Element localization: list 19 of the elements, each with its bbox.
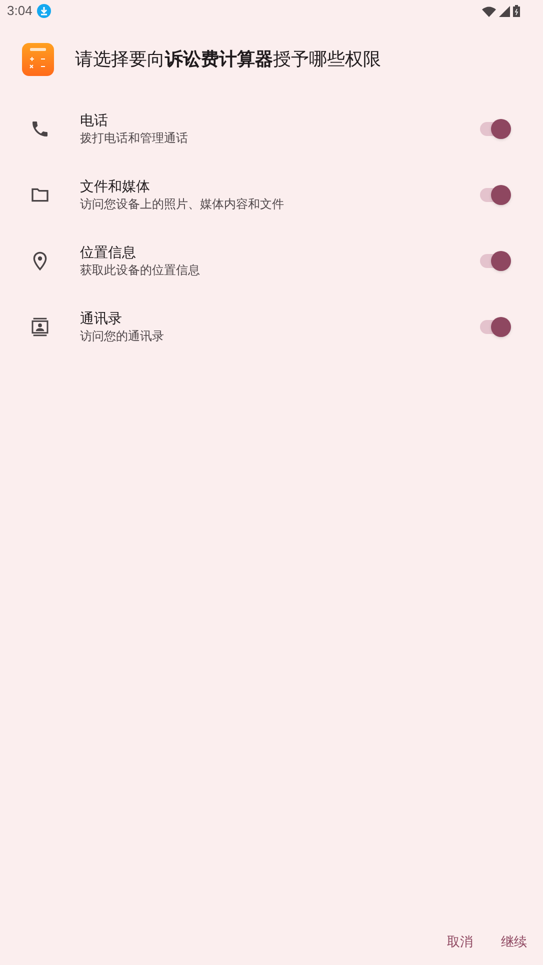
calculator-app-icon — [22, 43, 54, 76]
status-time: 3:04 — [7, 2, 32, 20]
phone-icon — [30, 119, 50, 139]
cancel-button[interactable]: 取消 — [443, 928, 477, 955]
continue-button[interactable]: 继续 — [497, 928, 531, 955]
signal-icon — [499, 6, 510, 16]
battery-icon — [513, 5, 520, 17]
permission-name: 电话 — [80, 111, 109, 130]
dialog-title: 请选择要向诉讼费计算器授予哪些权限 — [75, 48, 381, 71]
permission-name: 通讯录 — [80, 309, 123, 328]
permission-description: 访问您的通讯录 — [80, 328, 165, 345]
contacts-icon — [30, 317, 50, 337]
download-icon — [37, 4, 52, 18]
permission-description: 访问您设备上的照片、媒体内容和文件 — [80, 196, 285, 213]
wifi-icon — [482, 6, 496, 16]
permission-name: 位置信息 — [80, 243, 137, 262]
permission-description: 获取此设备的位置信息 — [80, 262, 201, 279]
permission-description: 拨打电话和管理通话 — [80, 130, 189, 147]
permission-name: 文件和媒体 — [80, 177, 151, 196]
